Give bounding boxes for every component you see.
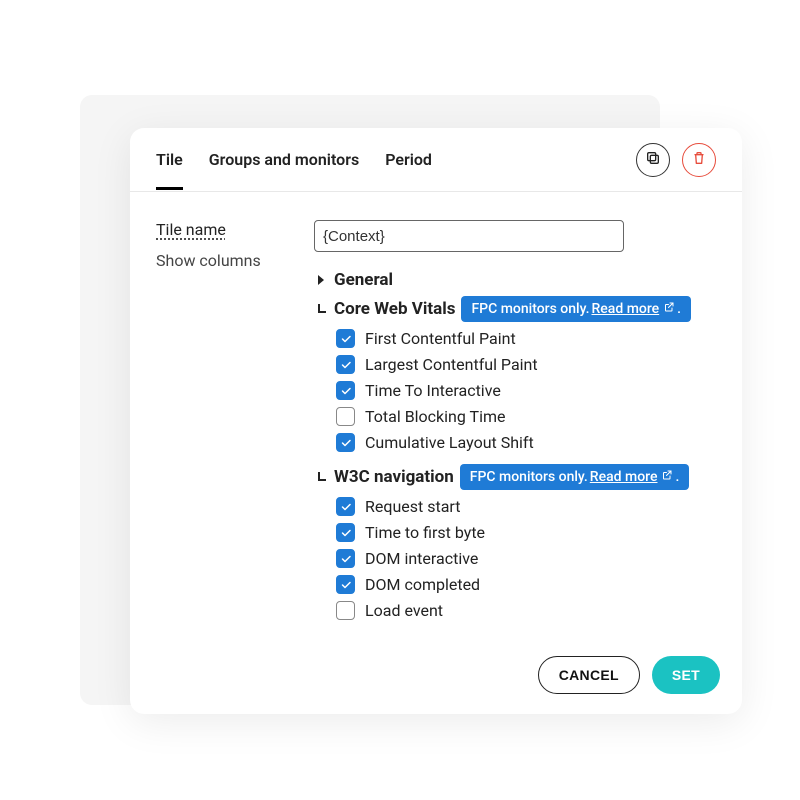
checkbox-label: Largest Contentful Paint <box>365 355 538 374</box>
label-show-columns: Show columns <box>156 251 286 270</box>
cancel-button[interactable]: CANCEL <box>538 656 640 694</box>
tab-groups-monitors[interactable]: Groups and monitors <box>209 130 359 190</box>
list-item: Total Blocking Time <box>336 407 716 426</box>
group-w3c-navigation[interactable]: W3C navigation FPC monitors only. Read m… <box>314 464 716 490</box>
group-general[interactable]: General <box>314 270 716 290</box>
group-cwv-title: Core Web Vitals <box>334 299 455 319</box>
expanded-caret-icon <box>314 471 328 483</box>
cwv-checkbox-4[interactable] <box>336 433 355 452</box>
checkbox-label: Total Blocking Time <box>365 407 505 426</box>
list-item: Largest Contentful Paint <box>336 355 716 374</box>
duplicate-button[interactable] <box>636 143 670 177</box>
cwv-badge-prefix: FPC monitors only. <box>471 301 589 317</box>
list-item: DOM interactive <box>336 549 716 568</box>
content: Tile name Show columns General Core Web … <box>130 192 742 642</box>
cwv-checkbox-0[interactable] <box>336 329 355 348</box>
tile-settings-dialog: Tile Groups and monitors Period Tile nam… <box>130 128 742 714</box>
checkbox-label: First Contentful Paint <box>365 329 516 348</box>
cwv-read-more-link[interactable]: Read more <box>591 301 659 317</box>
checkbox-label: Time to first byte <box>365 523 485 542</box>
cwv-items: First Contentful Paint Largest Contentful… <box>336 329 716 452</box>
list-item: Cumulative Layout Shift <box>336 433 716 452</box>
tabs: Tile Groups and monitors Period <box>156 128 432 191</box>
group-general-title: General <box>334 270 393 290</box>
list-item: Time To Interactive <box>336 381 716 400</box>
w3c-fpc-badge: FPC monitors only. Read more . <box>460 464 690 490</box>
w3c-badge-prefix: FPC monitors only. <box>470 469 588 485</box>
list-item: Load event <box>336 601 716 620</box>
external-link-icon <box>663 301 675 317</box>
cwv-checkbox-1[interactable] <box>336 355 355 374</box>
expanded-caret-icon <box>314 303 328 315</box>
w3c-checkbox-3[interactable] <box>336 575 355 594</box>
tab-period[interactable]: Period <box>385 130 432 190</box>
w3c-checkbox-1[interactable] <box>336 523 355 542</box>
group-w3c-title: W3C navigation <box>334 467 454 487</box>
w3c-read-more-link[interactable]: Read more <box>590 469 658 485</box>
list-item: Request start <box>336 497 716 516</box>
chevron-right-icon <box>314 274 328 286</box>
checkbox-label: Request start <box>365 497 460 516</box>
delete-button[interactable] <box>682 143 716 177</box>
checkbox-label: Load event <box>365 601 443 620</box>
checkbox-label: Time To Interactive <box>365 381 501 400</box>
list-item: DOM completed <box>336 575 716 594</box>
w3c-checkbox-4[interactable] <box>336 601 355 620</box>
list-item: First Contentful Paint <box>336 329 716 348</box>
w3c-checkbox-0[interactable] <box>336 497 355 516</box>
set-button[interactable]: SET <box>652 656 720 694</box>
field-values: General Core Web Vitals FPC monitors onl… <box>314 220 716 632</box>
tile-name-input[interactable] <box>314 220 624 252</box>
tab-tile[interactable]: Tile <box>156 130 183 190</box>
external-link-icon <box>661 469 673 485</box>
checkbox-label: Cumulative Layout Shift <box>365 433 534 452</box>
label-tile-name: Tile name <box>156 220 286 239</box>
w3c-checkbox-2[interactable] <box>336 549 355 568</box>
list-item: Time to first byte <box>336 523 716 542</box>
dialog-footer: CANCEL SET <box>130 642 742 714</box>
trash-icon <box>691 150 707 169</box>
cwv-checkbox-2[interactable] <box>336 381 355 400</box>
checkbox-label: DOM interactive <box>365 549 478 568</box>
cwv-checkbox-3[interactable] <box>336 407 355 426</box>
group-core-web-vitals[interactable]: Core Web Vitals FPC monitors only. Read … <box>314 296 716 322</box>
tabs-row: Tile Groups and monitors Period <box>130 128 742 192</box>
checkbox-label: DOM completed <box>365 575 480 594</box>
field-labels: Tile name Show columns <box>156 220 286 632</box>
dialog-actions <box>636 143 716 177</box>
copy-icon <box>645 150 661 169</box>
w3c-items: Request start Time to first byte DOM inter… <box>336 497 716 620</box>
cwv-fpc-badge: FPC monitors only. Read more . <box>461 296 691 322</box>
